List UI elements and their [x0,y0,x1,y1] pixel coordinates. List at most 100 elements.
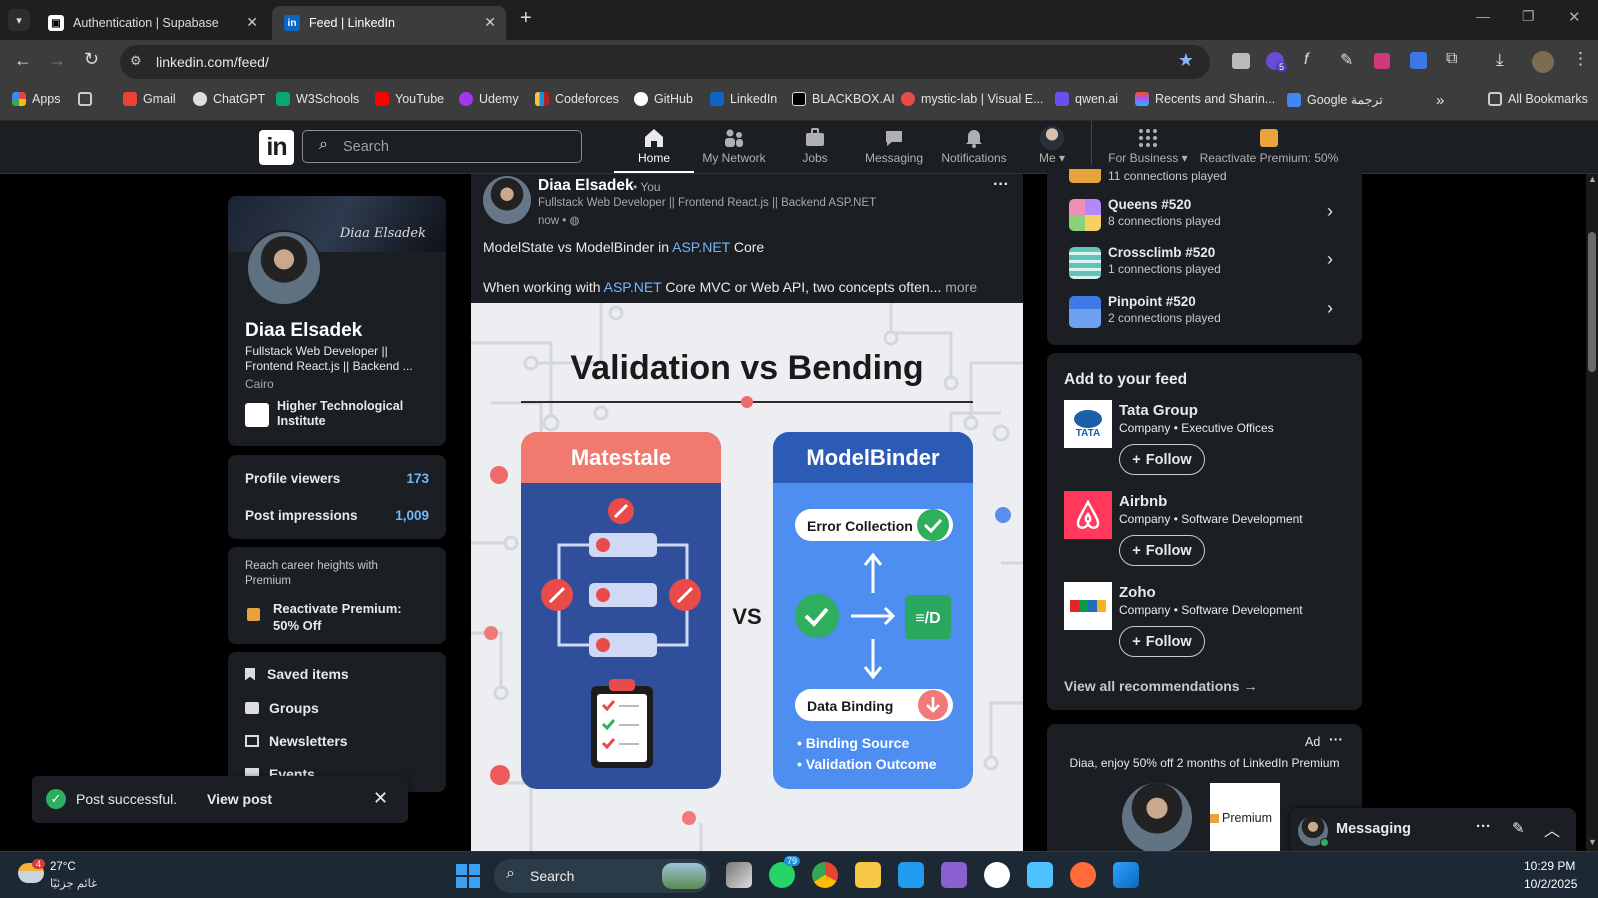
messaging-options-icon[interactable]: ··· [1476,818,1491,835]
ad-options-icon[interactable]: ··· [1329,731,1343,747]
postman-icon[interactable] [1070,862,1096,888]
picker-extension-icon[interactable]: ✎ [1340,50,1353,70]
bookmark-github[interactable]: GitHub [634,92,693,106]
close-window-button[interactable]: ✕ [1568,8,1581,26]
taskbar-search[interactable]: ⌕ Search [494,859,710,893]
chrome-icon[interactable] [812,862,838,888]
follow-tata-button[interactable]: + Follow [1119,444,1205,475]
tata-logo[interactable]: TATA [1064,400,1112,448]
clock-time[interactable]: 10:29 PM [1524,859,1575,873]
view-post-link[interactable]: View post [207,791,272,807]
zoho-logo[interactable] [1064,582,1112,630]
rec-name[interactable]: Tata Group [1119,402,1198,419]
messaging-overlay[interactable]: Messaging ··· ✎ ︿ [1290,808,1576,852]
aspnet-hashtag-link[interactable]: ASP.NET [604,279,662,295]
bookmark-gmail[interactable]: Gmail [123,92,176,106]
downloads-icon[interactable]: ⤓ [1496,50,1504,70]
back-button[interactable]: ← [14,50,32,71]
nav-home[interactable]: Home [614,125,694,173]
notepad-icon[interactable] [1027,862,1053,888]
rec-name[interactable]: Airbnb [1119,493,1167,510]
bookmark-mystic-lab[interactable]: mystic-lab | Visual E... [901,92,1044,106]
tab-linkedin[interactable]: in Feed | LinkedIn ✕ [272,6,506,40]
bookmark-chatgpt[interactable]: ChatGPT [193,92,265,106]
bookmark-apps[interactable]: Apps [12,92,61,106]
nav-for-business[interactable]: For Business ▾ [1100,125,1196,165]
follow-airbnb-button[interactable]: + Follow [1119,535,1205,566]
scrollbar-up-arrow[interactable]: ▲ [1588,174,1597,184]
follow-zoho-button[interactable]: + Follow [1119,626,1205,657]
groups-link[interactable]: Groups [245,700,319,716]
saved-items-link[interactable]: Saved items [245,666,349,682]
profile-viewers-count[interactable]: 173 [406,471,429,486]
camera-extension-icon[interactable] [1232,53,1250,69]
bookmark-udemy[interactable]: Udemy [459,92,519,106]
grid-extension-icon[interactable] [1374,53,1390,69]
translate-extension-icon[interactable] [1410,52,1427,69]
task-view-icon[interactable] [726,862,752,888]
clock-date[interactable]: 10/2/2025 [1524,877,1577,891]
bookmark-figma-recents[interactable]: Recents and Sharin... [1135,92,1275,106]
bookmark-qwen[interactable]: qwen.ai [1055,92,1118,106]
premium-cta[interactable]: Reactivate Premium: 50% Off [273,600,423,634]
profile-viewers-label[interactable]: Profile viewers [245,471,340,486]
tab-supabase[interactable]: ▣ Authentication | Supabase ✕ [36,6,268,40]
profile-photo[interactable] [246,230,322,306]
profile-card[interactable]: Diaa Elsadek Diaa Elsadek Fullstack Web … [228,196,446,446]
bookmark-linkedin[interactable]: LinkedIn [710,92,777,106]
post-image[interactable]: Validation vs Bending Matestale VS Model… [471,303,1023,851]
post-more-options[interactable]: ··· [993,176,1009,194]
game-row-pinpoint[interactable]: Pinpoint #520 2 connections played › [1047,294,1362,338]
vscode-icon[interactable] [898,862,924,888]
bookmark-star-icon[interactable]: ★ [1178,50,1194,71]
tab-groups-icon[interactable] [78,92,98,106]
photos-icon[interactable] [1113,862,1139,888]
see-more-button[interactable]: more [945,279,977,295]
nav-notifications[interactable]: Notifications [934,125,1014,165]
post-impressions-count[interactable]: 1,009 [395,508,429,523]
close-tab-icon[interactable]: ✕ [484,14,496,31]
forward-button[interactable]: → [48,50,66,71]
site-info-icon[interactable]: ⚙ [130,53,142,69]
weather-widget[interactable]: 4 27°C غائم جزئيًا [18,859,138,893]
aspnet-hashtag-link[interactable]: ASP.NET [672,239,730,255]
scrollbar-down-arrow[interactable]: ▼ [1588,837,1597,847]
tab-search-button[interactable]: ▾ [8,9,30,31]
rec-name[interactable]: Zoho [1119,584,1156,601]
close-toast-icon[interactable]: ✕ [373,788,388,809]
bookmark-google-translate[interactable]: Google ترجمة [1287,92,1383,107]
start-button[interactable] [456,864,480,888]
profile-school[interactable]: Higher Technological Institute [277,399,427,429]
post-author-avatar[interactable] [483,176,531,224]
post-author-name[interactable]: Diaa Elsadek [538,177,634,195]
new-tab-button[interactable]: + [520,7,532,30]
profile-avatar[interactable] [1532,51,1554,73]
url-text[interactable]: linkedin.com/feed/ [156,54,269,70]
airbnb-logo[interactable] [1064,491,1112,539]
github-desktop-icon[interactable] [984,862,1010,888]
file-explorer-icon[interactable] [855,862,881,888]
bookmark-youtube[interactable]: YouTube [375,92,444,106]
bookmark-w3schools[interactable]: W3Schools [276,92,359,106]
post-impressions-label[interactable]: Post impressions [245,508,358,523]
page-scrollbar[interactable]: ▲ ▼ [1586,174,1598,851]
extensions-puzzle-icon[interactable]: ⧉ [1446,50,1457,68]
bookmark-codeforces[interactable]: Codeforces [535,92,619,106]
nav-my-network[interactable]: My Network [694,125,774,165]
scrollbar-thumb[interactable] [1588,232,1596,372]
omnibox[interactable]: ⚙ linkedin.com/feed/ ★ [120,45,1210,79]
visual-studio-icon[interactable] [941,862,967,888]
ad-text[interactable]: Diaa, enjoy 50% off 2 months of LinkedIn… [1047,756,1362,770]
nav-jobs[interactable]: Jobs [775,125,855,165]
browser-menu-icon[interactable]: ⋮ [1572,49,1589,69]
nav-me[interactable]: Me ▾ [1012,125,1092,165]
newsletters-link[interactable]: Newsletters [245,733,348,749]
bookmarks-overflow-icon[interactable]: » [1436,92,1444,109]
formula-extension-icon[interactable]: f [1304,51,1308,69]
all-bookmarks[interactable]: All Bookmarks [1488,92,1588,106]
nav-messaging[interactable]: Messaging [854,125,934,165]
premium-card[interactable]: Reach career heights with Premium Reacti… [228,547,446,644]
close-tab-icon[interactable]: ✕ [246,14,258,31]
game-row-queens[interactable]: Queens #520 8 connections played › [1047,197,1362,241]
minimize-button[interactable]: — [1476,8,1490,24]
